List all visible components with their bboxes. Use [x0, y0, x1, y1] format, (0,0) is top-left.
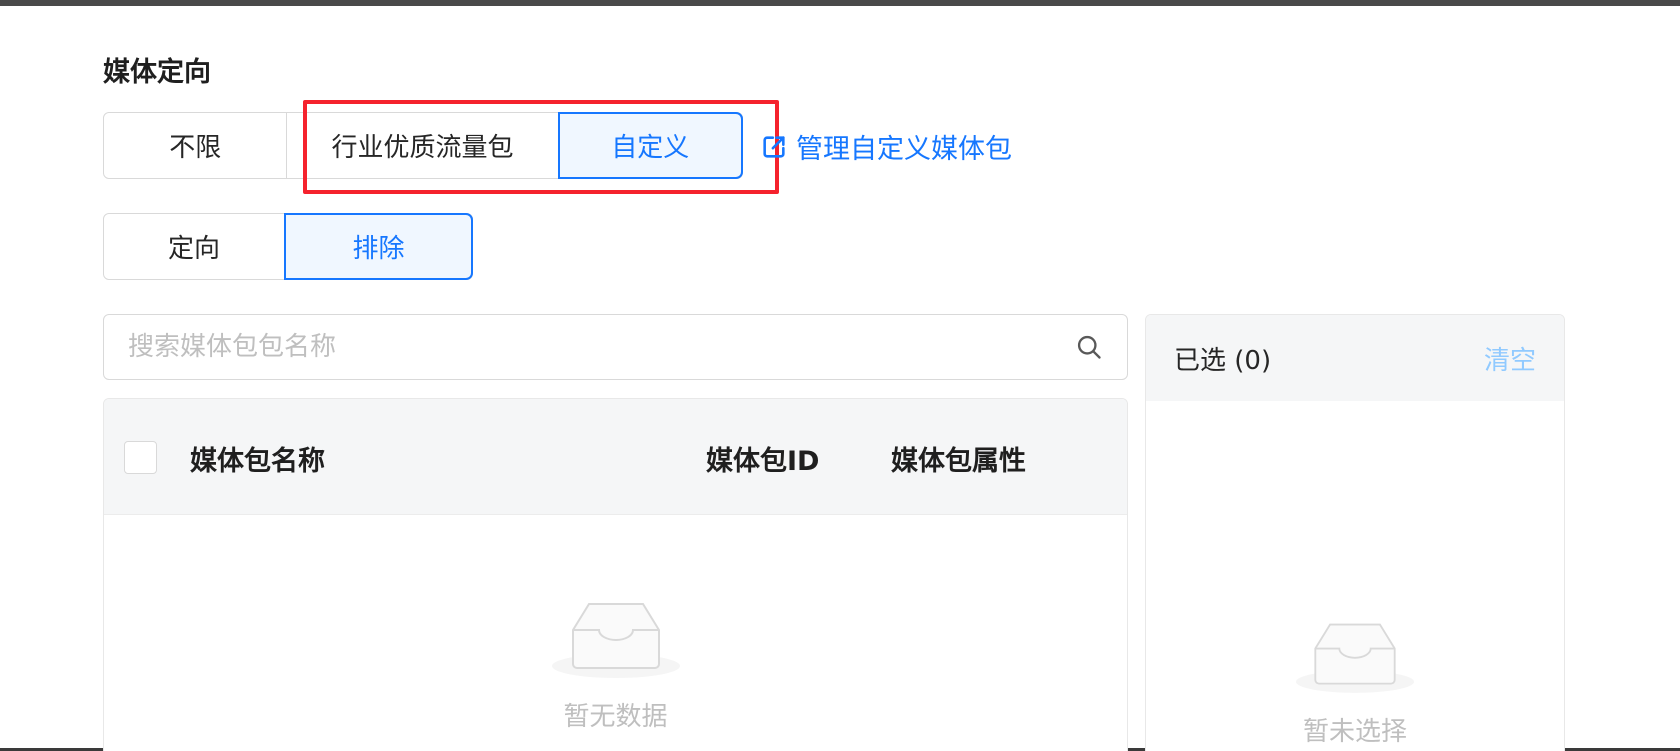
table-empty-state: 暂无数据 — [104, 594, 1127, 733]
manage-link-label: 管理自定义媒体包 — [796, 134, 1012, 165]
search-input[interactable] — [128, 332, 1075, 362]
column-header-attribute: 媒体包属性 — [891, 446, 1026, 477]
option-industry-traffic-pack[interactable]: 行业优质流量包 — [287, 113, 559, 178]
option-exclude[interactable]: 排除 — [284, 213, 473, 280]
media-pack-table: 媒体包名称 媒体包ID 媒体包属性 暂无数据 — [103, 398, 1128, 751]
option-custom[interactable]: 自定义 — [557, 112, 744, 179]
inbox-icon — [551, 603, 680, 678]
select-all-checkbox[interactable] — [124, 441, 157, 474]
search-icon[interactable] — [1075, 333, 1103, 361]
clear-button[interactable]: 清空 — [1484, 340, 1536, 377]
selected-empty-text: 暂未选择 — [1302, 717, 1407, 747]
selected-empty-state: 暂未选择 — [1146, 615, 1564, 748]
option-include[interactable]: 定向 — [104, 214, 286, 279]
table-header: 媒体包名称 媒体包ID 媒体包属性 — [104, 399, 1127, 515]
media-scope-segmented: 不限 行业优质流量包 自定义 — [103, 112, 744, 179]
inbox-icon — [1295, 623, 1415, 693]
column-header-name: 媒体包名称 — [190, 446, 325, 477]
manage-custom-media-pack-link[interactable]: 管理自定义媒体包 — [760, 127, 1012, 166]
selected-panel-header: 已选 (0) 清空 — [1146, 315, 1564, 401]
external-link-icon — [763, 135, 785, 158]
selected-panel: 已选 (0) 清空 暂未选择 — [1145, 314, 1565, 751]
column-header-id: 媒体包ID — [706, 446, 820, 477]
media-pack-search — [103, 314, 1128, 380]
option-unlimited[interactable]: 不限 — [104, 113, 288, 178]
section-title: 媒体定向 — [103, 57, 211, 88]
targeting-mode-segmented: 定向 排除 — [103, 213, 473, 280]
selected-count: 已选 (0) — [1174, 345, 1272, 376]
table-empty-text: 暂无数据 — [563, 702, 668, 732]
